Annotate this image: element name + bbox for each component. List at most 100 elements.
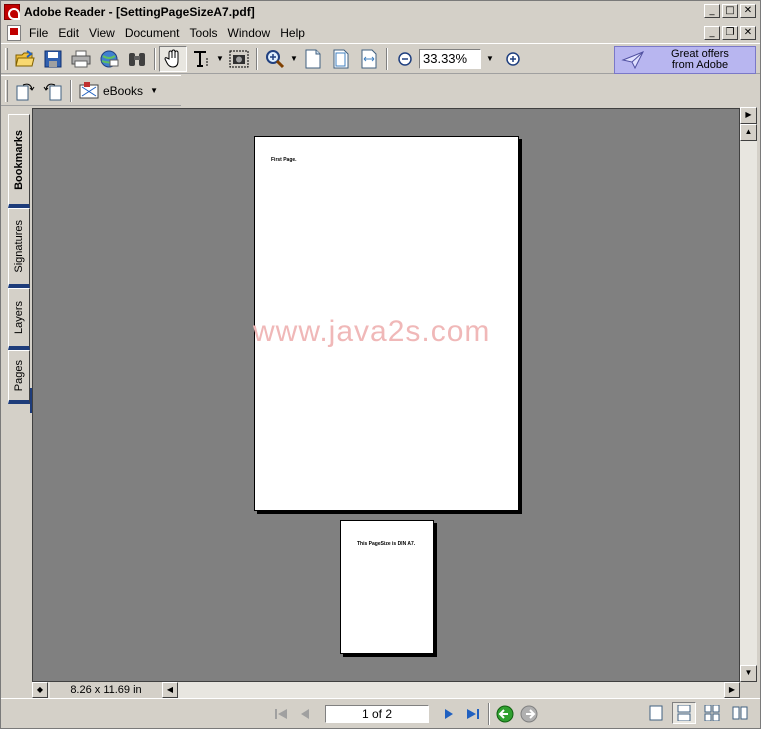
single-page-icon	[649, 705, 663, 721]
tab-pages[interactable]: Pages	[8, 350, 30, 404]
zoom-in-tool-button[interactable]	[261, 46, 289, 72]
magnifier-zoom-icon	[266, 49, 285, 68]
print-button[interactable]	[67, 46, 95, 72]
nav-pane-expand-button[interactable]: ▶	[740, 107, 757, 124]
menu-document[interactable]: Document	[125, 26, 180, 40]
page-size-readout: 8.26 x 11.69 in	[50, 682, 162, 698]
first-page-button[interactable]	[269, 703, 293, 725]
toolbar-grip[interactable]	[5, 47, 8, 70]
facing-layout-button[interactable]	[700, 702, 724, 724]
toolbar-separator	[70, 79, 72, 102]
scroll-down-button[interactable]: ▼	[740, 665, 757, 682]
go-back-button[interactable]	[493, 703, 517, 725]
rotate-page-ccw-icon	[43, 83, 62, 100]
secondary-toolbar: eBooks ▼	[1, 75, 181, 106]
select-tool-dropdown[interactable]: ▼	[215, 46, 225, 72]
page-2-text: This PageSize is DIN A7.	[357, 541, 416, 547]
ebooks-button[interactable]: eBooks ▼	[75, 78, 163, 104]
continuous-layout-button[interactable]	[672, 702, 696, 724]
email-button[interactable]	[95, 46, 123, 72]
toolbar-grip[interactable]	[5, 79, 8, 102]
great-offers-button[interactable]: Great offers from Adobe	[614, 46, 756, 74]
window-title: Adobe Reader - [SettingPageSizeA7.pdf]	[24, 5, 255, 19]
zoom-out-button[interactable]	[391, 46, 419, 72]
doc-minimize-button[interactable]: _	[704, 26, 720, 40]
document-menu-icon[interactable]	[7, 25, 21, 41]
document-page-2: This PageSize is DIN A7.	[340, 520, 434, 654]
page-fit-width-icon	[361, 49, 377, 68]
scroll-up-button[interactable]: ▲	[740, 124, 757, 141]
minimize-button[interactable]: _	[704, 4, 720, 18]
tab-signatures-label: Signatures	[13, 220, 25, 273]
document-viewport[interactable]: First Page. This PageSize is DIN A7. www…	[32, 108, 740, 682]
open-button[interactable]	[11, 46, 39, 72]
watermark-text: www.java2s.com	[253, 315, 491, 348]
single-page-layout-button[interactable]	[644, 702, 668, 724]
menu-edit[interactable]: Edit	[58, 26, 79, 40]
continuous-facing-icon	[704, 705, 720, 721]
splitter-handle-icon[interactable]: ◆	[32, 682, 48, 698]
adobe-reader-window: Adobe Reader - [SettingPageSizeA7.pdf] _…	[0, 0, 761, 729]
camera-icon	[229, 50, 249, 67]
rotate-counterclockwise-button[interactable]	[39, 78, 67, 104]
previous-page-button[interactable]	[293, 703, 317, 725]
first-page-icon	[275, 709, 287, 719]
forward-arrow-circle-icon	[520, 705, 538, 723]
page-actual-size-icon	[305, 49, 321, 68]
zoom-level-dropdown[interactable]: ▼	[481, 46, 499, 72]
text-select-icon	[194, 50, 208, 67]
toolbar-separator	[256, 47, 258, 70]
tab-bookmarks[interactable]: Bookmarks	[8, 114, 30, 208]
go-forward-button[interactable]	[517, 703, 541, 725]
ebooks-dropdown-icon: ▼	[150, 86, 158, 95]
maximize-button[interactable]: □	[722, 4, 738, 18]
last-page-button[interactable]	[461, 703, 485, 725]
page-fit-icon	[333, 49, 349, 68]
close-button[interactable]: ✕	[740, 4, 756, 18]
document-window-controls: _ ❐ ✕	[704, 26, 756, 40]
ebooks-label: eBooks	[103, 83, 144, 98]
rotate-clockwise-button[interactable]	[11, 78, 39, 104]
page-1-text: First Page.	[271, 157, 297, 163]
zoom-tool-dropdown[interactable]: ▼	[289, 46, 299, 72]
hand-tool-button[interactable]	[159, 45, 187, 72]
select-text-button[interactable]	[187, 46, 215, 72]
menu-view[interactable]: View	[89, 26, 115, 40]
floppy-disk-icon	[44, 50, 62, 67]
search-button[interactable]	[123, 46, 151, 72]
continuous-page-icon	[677, 705, 691, 721]
tab-pages-label: Pages	[13, 359, 25, 392]
fit-width-button[interactable]	[355, 46, 383, 72]
menu-help[interactable]: Help	[280, 26, 305, 40]
zoom-level-field[interactable]: 33.33%	[419, 48, 481, 69]
toolbar-separator	[386, 47, 388, 70]
two-up-layout-button[interactable]	[728, 702, 752, 724]
back-arrow-circle-icon	[496, 705, 514, 723]
page-navigation: 1 of 2	[269, 702, 541, 726]
fit-page-button[interactable]	[327, 46, 355, 72]
adobe-reader-icon	[4, 4, 20, 20]
menu-tools[interactable]: Tools	[190, 26, 218, 40]
next-page-button[interactable]	[437, 703, 461, 725]
actual-size-button[interactable]	[299, 46, 327, 72]
menu-file[interactable]: File	[29, 26, 48, 40]
scroll-right-button[interactable]: ▶	[724, 682, 740, 698]
zoom-in-button[interactable]	[499, 46, 527, 72]
menu-window[interactable]: Window	[228, 26, 271, 40]
doc-restore-button[interactable]: ❐	[722, 26, 738, 40]
open-folder-icon	[15, 49, 35, 66]
hand-icon	[164, 48, 179, 68]
save-button[interactable]	[39, 46, 67, 72]
tab-layers[interactable]: Layers	[8, 288, 30, 350]
navigation-pane: Bookmarks Signatures Layers Pages	[6, 108, 35, 698]
vertical-scrollbar[interactable]: ▶ ▲ ▼	[740, 107, 757, 682]
tab-signatures[interactable]: Signatures	[8, 208, 30, 288]
horizontal-scrollbar[interactable]: ◆ 8.26 x 11.69 in ◀ ▶	[32, 682, 740, 698]
doc-close-button[interactable]: ✕	[740, 26, 756, 40]
tab-layers-label: Layers	[13, 300, 25, 335]
status-separator	[488, 703, 490, 725]
snapshot-button[interactable]	[225, 46, 253, 72]
rotate-page-cw-icon	[16, 83, 35, 100]
scroll-left-button[interactable]: ◀	[162, 682, 178, 698]
page-number-field[interactable]: 1 of 2	[325, 705, 429, 723]
